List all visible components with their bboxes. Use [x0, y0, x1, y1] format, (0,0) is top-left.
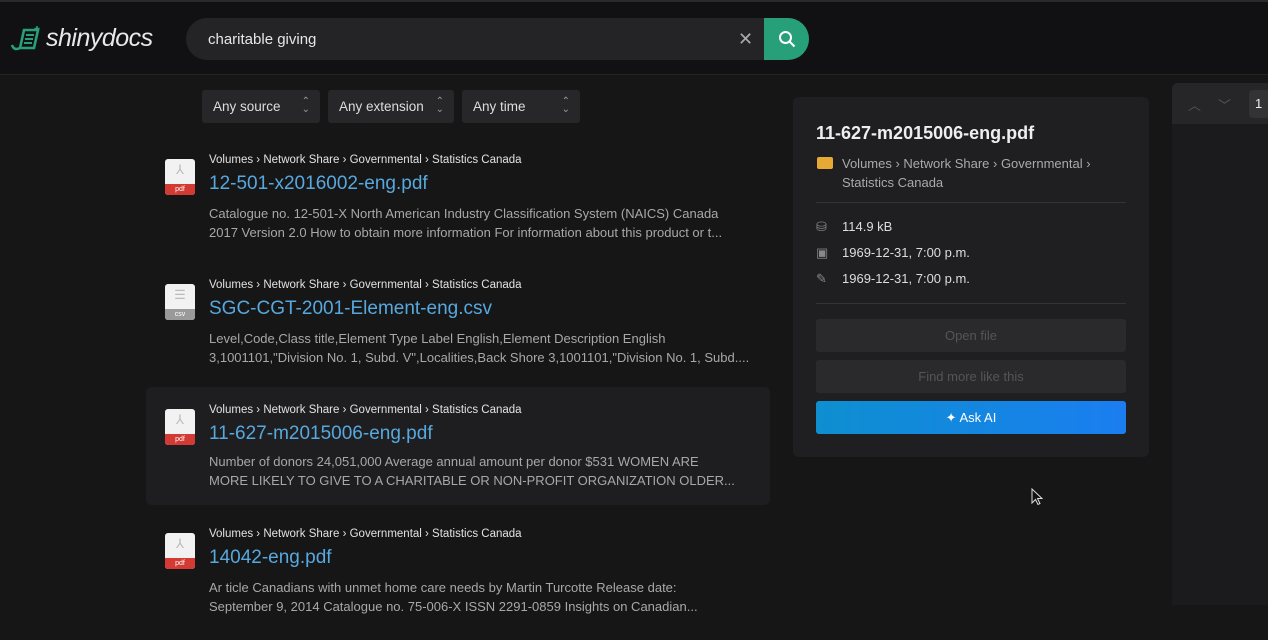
result-snippet: Catalogue no. 12-501-X North American In…	[209, 206, 723, 240]
viewer-toolbar: ︿ ﹀ 1	[1172, 83, 1268, 124]
source-filter-label: Any source	[213, 99, 281, 114]
result-breadcrumb: Volumes › Network Share › Governmental ›…	[209, 404, 522, 416]
extension-filter-label: Any extension	[339, 99, 424, 114]
details-title: 11-627-m2015006-eng.pdf	[816, 123, 1035, 143]
result-breadcrumb: Volumes › Network Share › Governmental ›…	[209, 279, 522, 291]
ask-ai-button[interactable]: ✦ Ask AI	[816, 401, 1126, 434]
close-icon[interactable]: ✕	[738, 29, 753, 50]
search-button[interactable]	[764, 18, 809, 60]
page-number-input[interactable]: 1	[1249, 90, 1268, 118]
extension-filter[interactable]: Any extension ⌃ ⌄	[328, 90, 454, 123]
search-bar: ✕	[186, 18, 809, 60]
pdf-file-icon: ⅄ pdf	[165, 533, 195, 569]
result-snippet: Number of donors 24,051,000 Average annu…	[209, 454, 735, 488]
result-breadcrumb: Volumes › Network Share › Governmental ›…	[209, 528, 522, 540]
logo-text: shinydocs	[46, 24, 153, 52]
ask-ai-label: Ask AI	[959, 410, 997, 425]
pdf-file-icon: ⅄ pdf	[165, 159, 195, 195]
pencil-icon: ✎	[816, 271, 827, 286]
logo-icon	[10, 25, 40, 50]
chevron-up-down-icon: ⌃ ⌄	[435, 96, 444, 115]
divider	[816, 303, 1126, 304]
result-snippet: Ar ticle Canadians with unmet home care …	[209, 580, 698, 614]
time-filter-label: Any time	[473, 99, 526, 114]
open-file-button[interactable]: Open file	[816, 319, 1126, 352]
details-panel: 11-627-m2015006-eng.pdf Volumes › Networ…	[793, 97, 1149, 457]
chevron-up-icon[interactable]: ︿	[1188, 95, 1201, 114]
result-snippet: Level,Code,Class title,Element Type Labe…	[209, 331, 750, 365]
result-breadcrumb: Volumes › Network Share › Governmental ›…	[209, 154, 522, 166]
mouse-cursor-icon	[1031, 488, 1043, 506]
result-filename-link[interactable]: 12-501-x2016002-eng.pdf	[209, 173, 428, 195]
result-filename-link[interactable]: 11-627-m2015006-eng.pdf	[209, 423, 433, 445]
result-item[interactable]: ⅄ pdf Volumes › Network Share › Governmen…	[146, 522, 770, 640]
details-path: Volumes › Network Share › Governmental ›…	[842, 156, 1091, 190]
result-filename-link[interactable]: 14042-eng.pdf	[209, 547, 332, 569]
database-icon: ⛁	[816, 219, 827, 234]
created-date: 1969-12-31, 7:00 p.m.	[842, 245, 970, 260]
chevron-up-down-icon: ⌃ ⌄	[561, 96, 570, 115]
file-size: 114.9 kB	[842, 219, 893, 234]
source-filter[interactable]: Any source ⌃ ⌄	[202, 90, 320, 123]
logo[interactable]: shinydocs	[8, 24, 153, 53]
result-filename-link[interactable]: SGC-CGT-2001-Element-eng.csv	[209, 298, 492, 320]
csv-file-icon: ☰ csv	[165, 284, 195, 320]
time-filter[interactable]: Any time ⌃ ⌄	[462, 90, 580, 123]
pdf-file-icon: ⅄ pdf	[165, 409, 195, 445]
calendar-icon: ▣	[816, 245, 829, 260]
result-item[interactable]: ⅄ pdf Volumes › Network Share › Governmen…	[146, 148, 770, 266]
search-icon	[778, 31, 795, 48]
find-more-button[interactable]: Find more like this	[816, 360, 1126, 393]
result-item-selected[interactable]: ⅄ pdf Volumes › Network Share › Governmen…	[146, 387, 770, 505]
document-viewer: ︿ ﹀ 1	[1172, 83, 1268, 605]
folder-icon	[817, 157, 833, 169]
divider	[816, 202, 1126, 203]
sparkle-icon: ✦	[945, 410, 960, 425]
chevron-down-icon[interactable]: ﹀	[1218, 95, 1231, 114]
search-input[interactable]	[208, 18, 728, 60]
result-item[interactable]: ☰ csv Volumes › Network Share › Governmen…	[146, 273, 770, 391]
top-bar: shinydocs ✕	[0, 0, 1268, 75]
chevron-up-down-icon: ⌃ ⌄	[301, 96, 310, 115]
modified-date: 1969-12-31, 7:00 p.m.	[842, 271, 970, 286]
